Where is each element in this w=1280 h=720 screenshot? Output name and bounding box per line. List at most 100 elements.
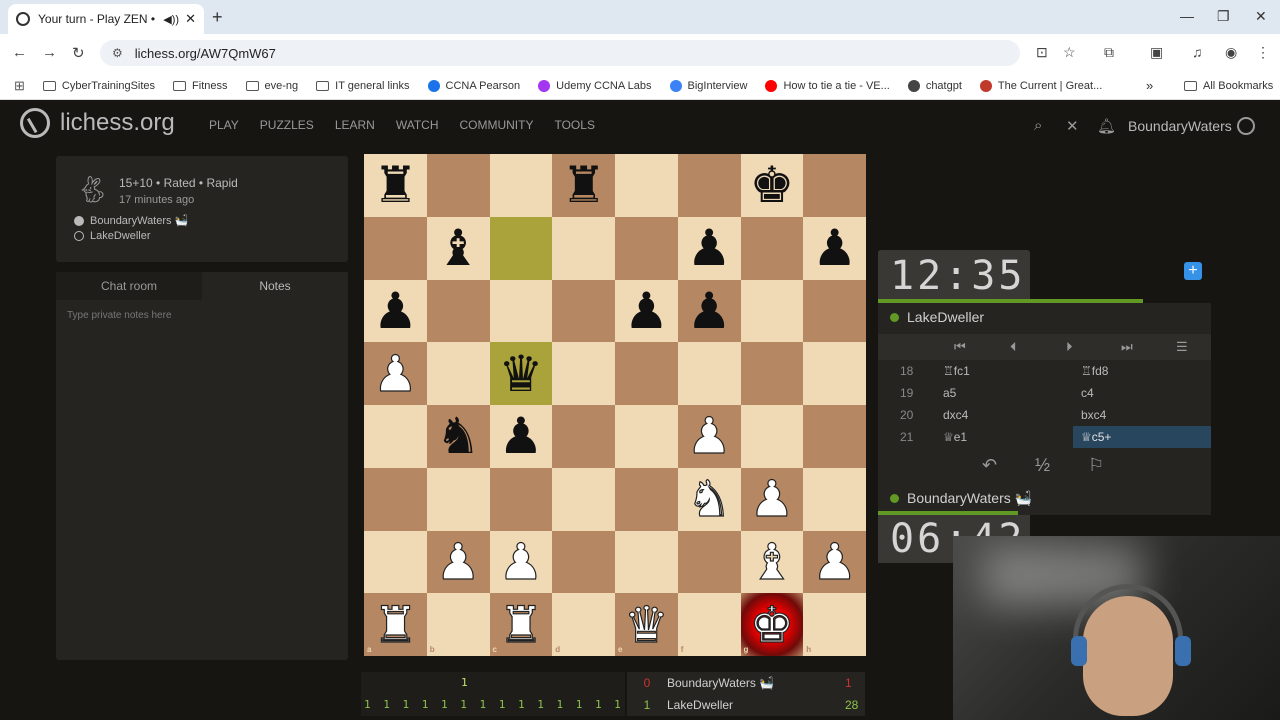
forward-icon[interactable]: → (42, 44, 57, 61)
square-h8[interactable] (803, 154, 866, 217)
square-g5[interactable] (740, 342, 804, 405)
media-icon[interactable]: ♫ (1192, 44, 1203, 60)
square-c7[interactable] (489, 216, 553, 280)
square-g2[interactable]: ♝ (740, 530, 804, 594)
site-logo[interactable]: lichess.org (20, 108, 175, 138)
chess-board[interactable]: ♜ ♜ ♚ ♝ ♟ ♟ ♟ ♟ ♟ ♟ ♛ ♞ ♟ ♟ ♞ ♟ ♟ ♟ ♝ ♟ ♜ ♜ ♛ ♚ 8 7 6 5 4 3 2 1 a b c d e f g h (364, 154, 866, 656)
square-h2[interactable]: ♟ (803, 530, 866, 594)
profile-icon[interactable]: ◉ (1225, 44, 1237, 61)
square-g4[interactable] (740, 405, 804, 468)
all-bookmarks[interactable]: All Bookmarks (1184, 80, 1273, 92)
square-h5[interactable] (803, 342, 866, 405)
bookmark-item[interactable]: chatgpt (907, 79, 962, 92)
opponent-name[interactable]: LakeDweller (890, 309, 984, 325)
square-c2[interactable]: ♟ (489, 530, 553, 594)
white-pawn-icon[interactable]: ♟ (686, 411, 732, 462)
square-a8[interactable]: ♜ (364, 154, 427, 217)
square-c4[interactable]: ♟ (489, 405, 553, 468)
bookmark-star-icon[interactable]: ☆ (1063, 44, 1076, 61)
bookmark-item[interactable]: CCNA Pearson (427, 79, 520, 92)
white-pawn-icon[interactable]: ♟ (372, 348, 418, 399)
square-c5[interactable]: ♛ (489, 342, 553, 405)
tab-chat-room[interactable]: Chat room (56, 272, 202, 300)
white-move[interactable]: dxc4 (935, 404, 1073, 426)
square-e4[interactable] (615, 405, 678, 468)
square-e7[interactable] (615, 216, 678, 280)
square-d4[interactable] (552, 405, 615, 468)
square-b6[interactable] (426, 279, 490, 343)
black-player[interactable]: LakeDweller (74, 230, 151, 242)
black-pawn-icon[interactable]: ♟ (687, 286, 732, 336)
new-tab-button[interactable]: + (212, 7, 223, 28)
resign-flag-icon[interactable]: ⚐ (1088, 455, 1104, 476)
square-c6[interactable] (489, 279, 553, 343)
white-player[interactable]: BoundaryWaters 🛀 (74, 214, 188, 227)
square-b7[interactable]: ♝ (426, 216, 490, 280)
black-queen-icon[interactable]: ♛ (498, 349, 543, 399)
last-move-icon[interactable]: ⏭ (1121, 339, 1133, 355)
address-bar[interactable]: ⚙ lichess.org/AW7QmW67 (100, 40, 1020, 66)
black-pawn-icon[interactable]: ♟ (812, 223, 857, 273)
nav-play[interactable]: PLAY (209, 118, 239, 132)
menu-icon[interactable]: ⋮ (1256, 44, 1270, 61)
black-move[interactable]: ♕c5+ (1073, 426, 1211, 448)
square-f6[interactable]: ♟ (677, 279, 741, 343)
nav-watch[interactable]: WATCH (396, 118, 439, 132)
square-g3[interactable]: ♟ (740, 467, 804, 531)
black-pawn-icon[interactable]: ♟ (687, 223, 732, 273)
offer-draw-button[interactable]: ½ (1035, 455, 1050, 476)
square-d5[interactable] (552, 342, 615, 405)
user-menu[interactable]: BoundaryWaters (1128, 118, 1232, 134)
square-a6[interactable]: ♟ (364, 279, 427, 343)
black-move[interactable]: ♖fd8 (1073, 360, 1211, 382)
window-close-icon[interactable]: ✕ (1255, 8, 1267, 25)
bookmark-item[interactable]: BigInterview (669, 79, 747, 92)
square-g7[interactable] (740, 216, 804, 280)
square-d1[interactable] (552, 593, 615, 656)
square-e2[interactable] (615, 530, 678, 594)
nav-community[interactable]: COMMUNITY (459, 118, 533, 132)
white-queen-icon[interactable]: ♛ (623, 599, 669, 650)
square-b3[interactable] (426, 467, 490, 531)
browser-tab[interactable]: Your turn - Play ZEN • liche ◀)) ✕ (8, 4, 204, 34)
white-move[interactable]: a5 (935, 382, 1073, 404)
square-d3[interactable] (552, 467, 615, 531)
black-pawn-icon[interactable]: ♟ (498, 411, 543, 461)
crosstable-black[interactable]: 1 LakeDweller 28 (627, 694, 865, 716)
black-move[interactable]: bxc4 (1073, 404, 1211, 426)
white-pawn-icon[interactable]: ♟ (812, 536, 858, 587)
square-b8[interactable] (426, 154, 490, 217)
square-e5[interactable] (615, 342, 678, 405)
white-rook-icon[interactable]: ♜ (372, 599, 418, 650)
square-e8[interactable] (615, 154, 678, 217)
takeback-button[interactable]: ↶ (982, 455, 997, 476)
white-pawn-icon[interactable]: ♟ (749, 474, 795, 525)
square-e6[interactable]: ♟ (615, 279, 678, 343)
square-d7[interactable] (552, 216, 615, 280)
white-bishop-icon[interactable]: ♝ (749, 536, 795, 587)
bookmark-item[interactable]: The Current | Great... (979, 79, 1102, 92)
square-h1[interactable] (803, 593, 866, 656)
square-c1[interactable]: ♜ (489, 593, 553, 656)
user-avatar-icon[interactable] (1237, 117, 1255, 135)
square-d6[interactable] (552, 279, 615, 343)
square-h3[interactable] (803, 467, 866, 531)
install-icon[interactable]: ⊡ (1036, 44, 1048, 61)
square-g8[interactable]: ♚ (740, 154, 804, 217)
square-b2[interactable]: ♟ (426, 530, 490, 594)
square-a4[interactable] (364, 405, 427, 468)
black-rook-icon[interactable]: ♜ (561, 160, 606, 210)
reload-icon[interactable]: ↻ (72, 44, 85, 62)
bookmark-item[interactable]: Fitness (173, 80, 228, 92)
square-d8[interactable]: ♜ (552, 154, 615, 217)
square-e1[interactable]: ♛ (615, 593, 678, 656)
square-b1[interactable] (426, 593, 490, 656)
nav-learn[interactable]: LEARN (335, 118, 375, 132)
square-f1[interactable] (677, 593, 741, 656)
square-f4[interactable]: ♟ (677, 405, 741, 468)
square-f7[interactable]: ♟ (677, 216, 741, 280)
add-time-button[interactable]: + (1184, 262, 1202, 280)
apps-grid-icon[interactable]: ⊞ (14, 78, 25, 94)
square-h7[interactable]: ♟ (803, 216, 866, 280)
black-knight-icon[interactable]: ♞ (436, 411, 481, 461)
